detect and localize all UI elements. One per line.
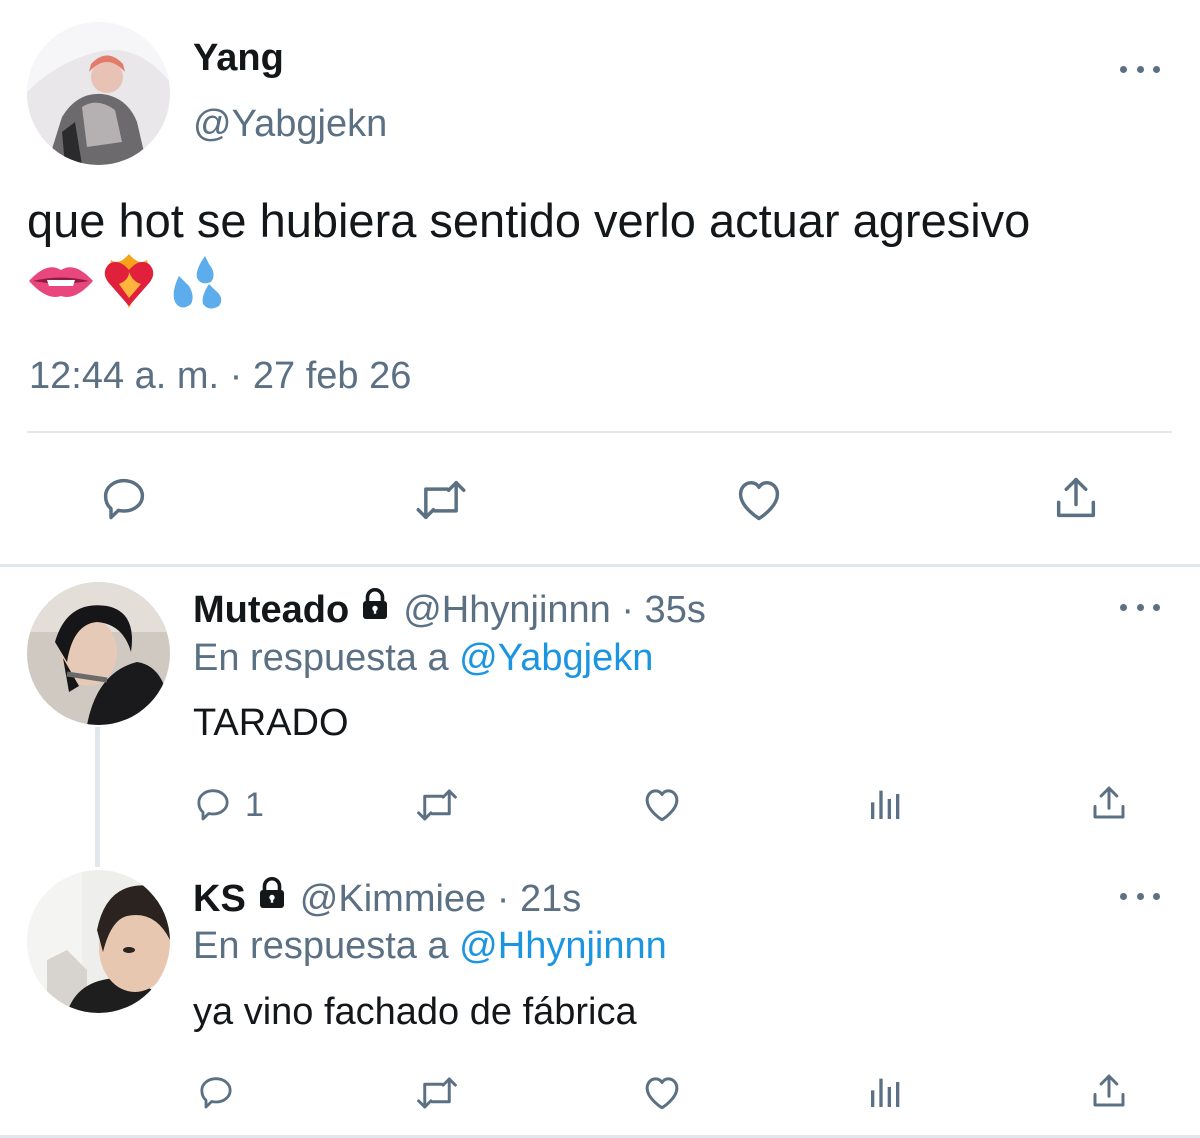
reply-author-avatar[interactable]: [27, 582, 170, 725]
reply-count: 1: [245, 786, 264, 824]
retweet-icon[interactable]: [414, 1072, 460, 1114]
reply-context-prefix: En respuesta a: [193, 925, 449, 967]
reply-context: En respuesta a @Yabgjekn: [193, 636, 653, 680]
timestamp-divider: [27, 431, 1172, 433]
more-options-icon[interactable]: [1120, 61, 1160, 77]
reply-to-handle[interactable]: @Hhynjinnn: [459, 925, 667, 967]
like-icon[interactable]: [640, 783, 684, 825]
reply-more-options-icon[interactable]: [1120, 599, 1160, 615]
tweet-text: que hot se hubiera sentido verlo actuar …: [27, 194, 1031, 247]
sweat-droplets-emoji: [165, 252, 229, 317]
reply-author-name[interactable]: Muteado: [193, 589, 349, 631]
analytics-icon[interactable]: [866, 784, 906, 824]
share-icon[interactable]: [1088, 782, 1130, 824]
reply-context-prefix: En respuesta a: [193, 637, 449, 679]
reply-author-avatar[interactable]: [27, 870, 170, 1013]
share-icon[interactable]: [1088, 1070, 1130, 1112]
like-icon[interactable]: [732, 473, 786, 525]
like-icon[interactable]: [640, 1071, 684, 1113]
analytics-icon[interactable]: [866, 1072, 906, 1112]
author-avatar[interactable]: [27, 22, 170, 165]
reply-handle-time[interactable]: @Kimmiee · 21s: [300, 878, 581, 920]
reply-icon[interactable]: [196, 1072, 236, 1112]
reply-author-name[interactable]: KS: [193, 878, 246, 920]
author-handle[interactable]: @Yabgjekn: [193, 102, 387, 146]
retweet-icon[interactable]: [412, 474, 470, 526]
thread-connector: [95, 727, 100, 867]
reply-text: TARADO: [193, 702, 349, 744]
heart-on-fire-emoji: [99, 250, 159, 317]
tweet-emojis: [27, 252, 247, 314]
reply-text: ya vino fachado de fábrica: [193, 991, 637, 1033]
biting-lip-emoji: [27, 256, 95, 311]
author-name[interactable]: Yang: [193, 36, 284, 80]
lock-icon: [357, 586, 393, 632]
retweet-icon[interactable]: [414, 784, 460, 826]
reply-header: Muteado @Hhynjinnn · 35s: [193, 586, 706, 635]
tweet-timestamp[interactable]: 12:44 a. m. · 27 feb 26: [29, 354, 411, 398]
reply-to-handle[interactable]: @Yabgjekn: [459, 637, 653, 679]
reply-icon[interactable]: [98, 472, 150, 524]
reply-header: KS @Kimmiee · 21s: [193, 875, 581, 924]
reply-more-options-icon[interactable]: [1120, 888, 1160, 904]
section-divider: [0, 564, 1200, 567]
reply-icon[interactable]: [193, 784, 233, 824]
reply-context: En respuesta a @Hhynjinnn: [193, 924, 667, 968]
lock-icon: [254, 875, 290, 921]
share-icon[interactable]: [1050, 472, 1102, 524]
reply-handle-time[interactable]: @Hhynjinnn · 35s: [403, 589, 706, 631]
